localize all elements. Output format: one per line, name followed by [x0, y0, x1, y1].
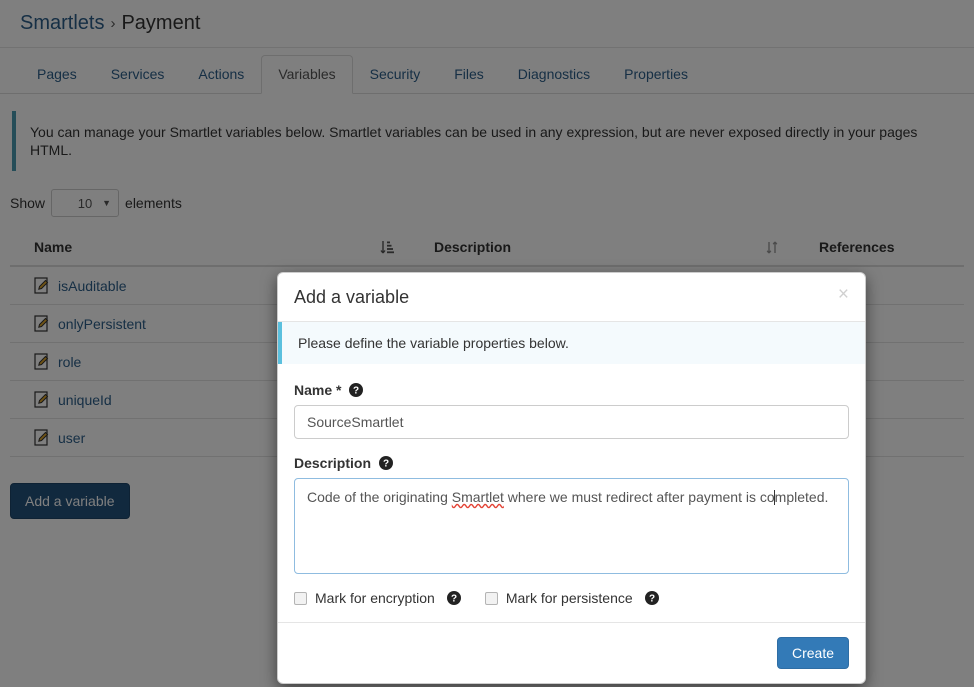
name-input[interactable]	[294, 405, 849, 439]
modal-footer: Create	[278, 622, 865, 683]
svg-text:?: ?	[353, 386, 359, 397]
mark-for-persistence-checkbox[interactable]	[484, 591, 498, 605]
add-variable-modal: Add a variable × Please define the varia…	[277, 272, 866, 684]
description-text-before: Code of the originating	[307, 489, 452, 505]
description-label: Description ?	[294, 455, 849, 471]
help-circle-icon[interactable]: ?	[644, 591, 659, 605]
description-text-after: mpleted.	[774, 489, 829, 505]
modal-title: Add a variable	[294, 287, 410, 307]
description-label-text: Description	[294, 455, 372, 471]
modal-body: Please define the variable properties be…	[278, 322, 865, 622]
svg-text:?: ?	[383, 459, 389, 470]
mark-for-persistence-item: Mark for persistence ?	[484, 590, 659, 606]
description-misspelled-word: Smartlet	[451, 489, 504, 505]
mark-for-encryption-item: Mark for encryption ?	[294, 590, 461, 606]
svg-text:?: ?	[649, 594, 655, 605]
create-button[interactable]: Create	[776, 637, 849, 669]
modal-checkbox-row: Mark for encryption ? Mark for persisten…	[278, 590, 865, 606]
name-label-text: Name *	[294, 382, 342, 398]
name-label: Name * ?	[294, 382, 849, 398]
help-circle-icon[interactable]: ?	[349, 383, 364, 397]
help-circle-icon[interactable]: ?	[378, 456, 393, 470]
description-text-mid: where we must redirect after payment is …	[503, 489, 775, 505]
mark-for-encryption-label[interactable]: Mark for encryption	[315, 590, 435, 606]
modal-info-alert: Please define the variable properties be…	[278, 322, 865, 364]
description-form-group: Description ? Code of the originating Sm…	[278, 455, 865, 574]
mark-for-encryption-checkbox[interactable]	[294, 591, 307, 605]
mark-for-persistence-label[interactable]: Mark for persistence	[506, 590, 633, 606]
help-circle-icon[interactable]: ?	[446, 591, 461, 605]
svg-text:?: ?	[451, 594, 457, 605]
description-textarea[interactable]: Code of the originating Smartlet where w…	[294, 478, 849, 574]
modal-header: Add a variable ×	[278, 273, 865, 322]
close-icon[interactable]: ×	[838, 285, 849, 304]
name-form-group: Name * ?	[278, 382, 865, 439]
